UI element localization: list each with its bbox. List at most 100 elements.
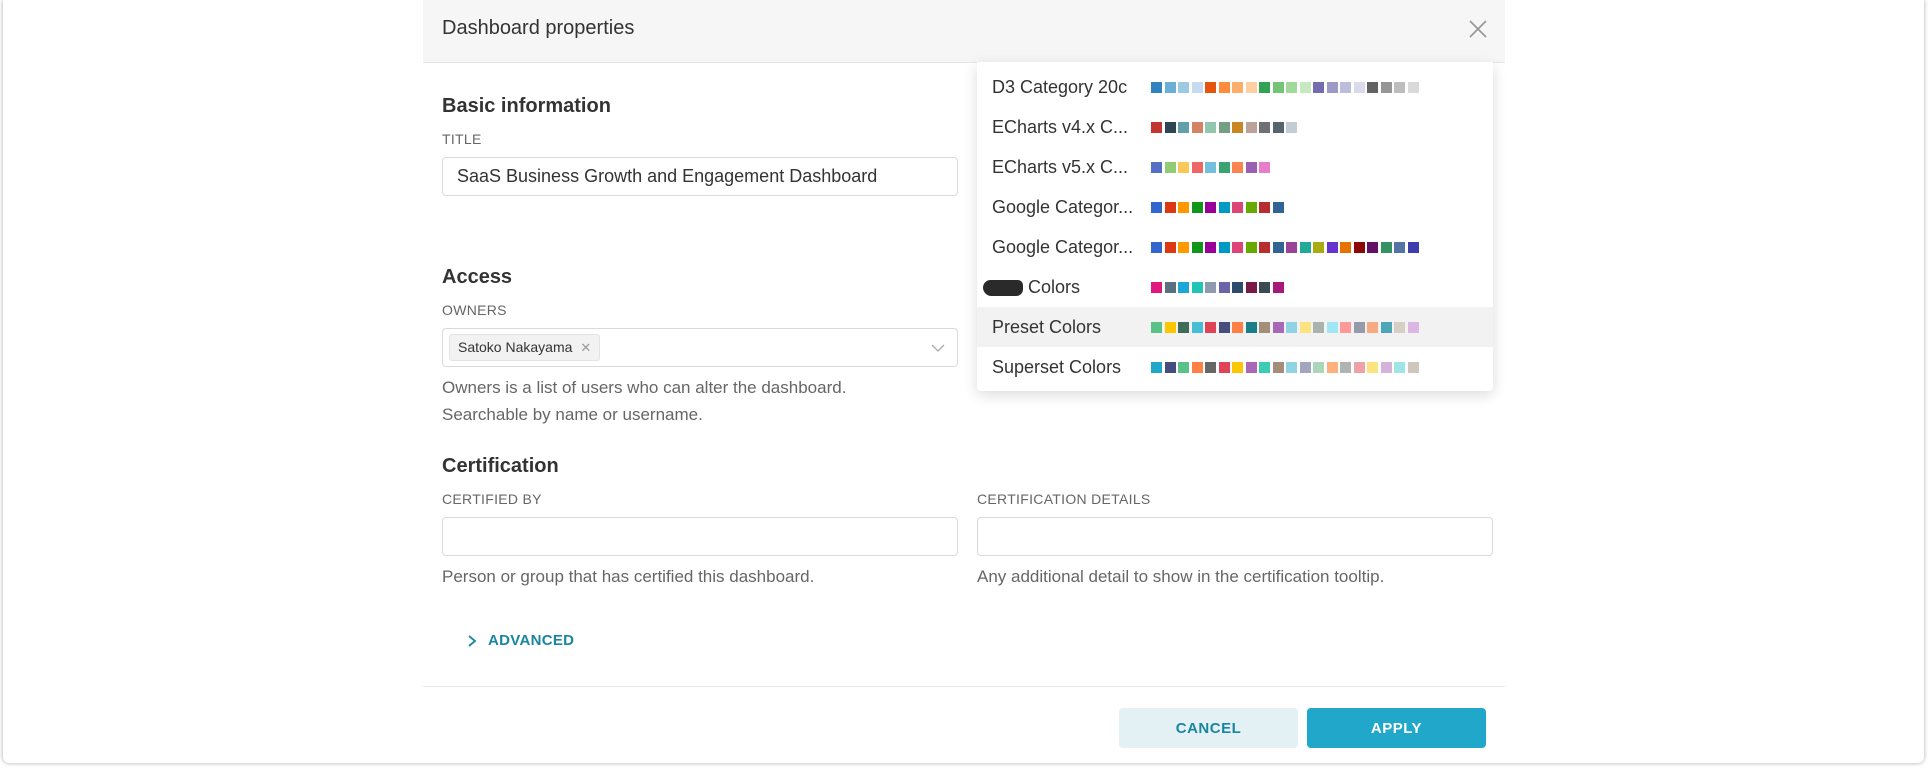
apply-button[interactable]: APPLY [1307,708,1486,748]
color-swatch [1151,162,1162,173]
color-swatch [1164,322,1176,333]
color-swatch [1353,82,1365,93]
color-swatch [1191,122,1203,133]
owners-help-line-1: Owners is a list of users who can alter … [442,378,847,397]
color-swatch [1191,82,1203,93]
color-swatch [1286,122,1297,133]
color-swatch [1340,322,1351,333]
owner-tag: Satoko Nakayama ✕ [449,334,601,361]
basic-information-heading: Basic information [442,95,611,117]
remove-owner-icon[interactable]: ✕ [580,335,591,360]
advanced-toggle[interactable]: ADVANCED [466,632,574,649]
color-swatch [1353,322,1365,333]
color-swatch [1232,242,1243,253]
color-swatch [1299,322,1311,333]
color-swatch [1272,82,1284,93]
color-swatch [1164,122,1176,133]
color-swatch [1340,242,1351,253]
color-swatch [1245,122,1257,133]
close-icon[interactable] [1467,18,1489,40]
certified-by-input[interactable] [442,517,958,556]
color-swatch [1205,122,1216,133]
color-swatch [1151,362,1162,373]
color-swatch [1151,202,1162,213]
modal-title: Dashboard properties [442,17,635,39]
color-scheme-option[interactable]: Google Categor... [977,227,1493,267]
color-swatch [1178,162,1189,173]
color-swatch [1340,82,1351,93]
color-swatch [1326,362,1338,373]
color-swatch [1259,202,1270,213]
color-swatch [1272,362,1284,373]
color-swatch [1259,242,1270,253]
color-swatch [1178,282,1189,293]
color-swatch [1164,162,1176,173]
color-swatch [1245,282,1257,293]
color-swatch [1232,162,1243,173]
owners-help-line-2: Searchable by name or username. [442,405,703,424]
color-swatch [1151,122,1162,133]
color-swatch [1272,122,1284,133]
color-swatch [1259,282,1270,293]
color-scheme-option[interactable]: ECharts v5.x C... [977,147,1493,187]
color-swatch [1272,202,1284,213]
color-scheme-option[interactable]: Colors [977,267,1493,307]
certification-details-input[interactable] [977,517,1493,556]
color-swatch [1191,282,1203,293]
color-swatch [1218,282,1230,293]
color-swatch [1407,362,1419,373]
color-scheme-option-label: D3 Category 20c [992,77,1128,97]
access-heading: Access [442,266,513,288]
footer-divider [423,686,1505,687]
color-scheme-option[interactable]: Google Categor... [977,187,1493,227]
color-swatch [1178,82,1189,93]
color-swatch [1259,362,1270,373]
color-swatch [1205,202,1216,213]
color-scheme-option[interactable]: D3 Category 20c [977,67,1493,107]
color-swatch [1326,322,1338,333]
cancel-button[interactable]: CANCEL [1119,708,1298,748]
certification-heading: Certification [442,455,559,477]
title-label: TITLE [442,131,482,147]
color-scheme-option[interactable]: Superset Colors [977,347,1493,387]
color-swatch [1218,202,1230,213]
color-swatches [1151,322,1421,333]
color-swatch [1245,82,1257,93]
color-swatch [1232,322,1243,333]
color-swatch [1272,242,1284,253]
color-scheme-option[interactable]: ECharts v4.x C... [977,107,1493,147]
color-swatch [1367,82,1378,93]
color-swatch [1313,322,1324,333]
color-swatch [1394,362,1405,373]
color-swatch [1151,242,1162,253]
color-swatch [1151,82,1162,93]
certified-by-label: CERTIFIED BY [442,491,542,507]
color-scheme-option[interactable]: Preset Colors [977,307,1493,347]
color-swatches [1151,282,1286,293]
color-swatch [1259,82,1270,93]
color-swatch [1394,242,1405,253]
color-swatch [1191,202,1203,213]
color-swatch [1205,162,1216,173]
color-swatch [1164,82,1176,93]
color-swatch [1178,122,1189,133]
color-swatch [1245,362,1257,373]
color-swatch [1407,242,1419,253]
color-swatch [1178,322,1189,333]
color-swatch [1218,322,1230,333]
color-swatch [1232,202,1243,213]
color-swatches [1151,362,1421,373]
color-scheme-option-label: Google Categor... [992,237,1134,257]
color-swatch [1178,202,1189,213]
color-scheme-option-label: Preset Colors [992,317,1102,337]
color-swatch [1407,82,1419,93]
color-swatches [1151,82,1421,93]
title-input[interactable] [442,157,958,196]
color-swatch [1380,362,1392,373]
color-swatches [1151,162,1273,173]
color-swatches [1151,242,1421,253]
color-swatch [1191,322,1203,333]
owners-select[interactable]: Satoko Nakayama ✕ [442,328,958,367]
color-swatch [1313,242,1324,253]
color-swatch [1218,122,1230,133]
